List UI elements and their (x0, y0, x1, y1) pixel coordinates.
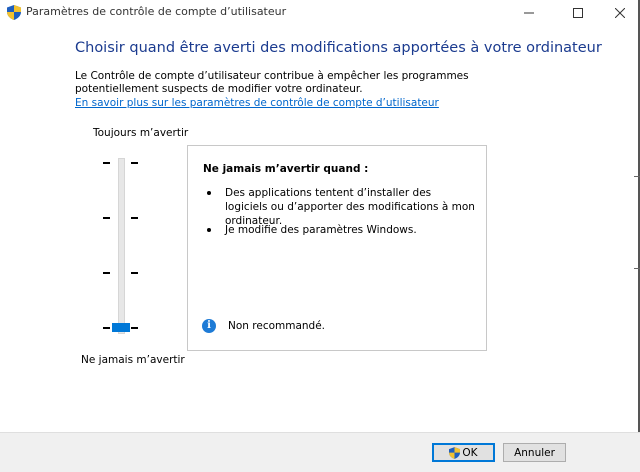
description-panel: Ne jamais m’avertir quand : Des applicat… (187, 145, 487, 351)
uac-shield-icon (449, 446, 461, 459)
cancel-button[interactable]: Annuler (503, 443, 566, 462)
edge-mark (634, 268, 640, 269)
close-button[interactable] (598, 0, 640, 26)
slider-tick (103, 162, 110, 164)
slider-bottom-label: Ne jamais m’avertir (81, 354, 185, 366)
window-title: Paramètres de contrôle de compte d’utili… (26, 5, 287, 18)
title-bar: Paramètres de contrôle de compte d’utili… (0, 0, 640, 26)
edge-mark (634, 176, 640, 177)
bullet-text: Je modifie des paramètres Windows. (225, 224, 417, 236)
recommendation-note: Non recommandé. (228, 320, 326, 332)
panel-title: Ne jamais m’avertir quand : (203, 163, 369, 175)
ok-button[interactable]: OK (432, 443, 495, 462)
minimize-icon (524, 12, 534, 14)
ok-label: OK (462, 446, 478, 459)
maximize-icon (573, 8, 583, 18)
cancel-label: Annuler (514, 446, 555, 459)
uac-shield-icon (7, 5, 21, 20)
bullet-dot (207, 191, 211, 195)
maximize-button[interactable] (556, 0, 600, 26)
bullet-text: Des applications tentent d’installer des… (225, 187, 475, 227)
slider-tick (131, 327, 138, 329)
slider-tick (103, 217, 110, 219)
page-heading: Choisir quand être averti des modificati… (75, 40, 602, 56)
button-bar: OK Annuler (0, 432, 640, 472)
slider-tick (103, 272, 110, 274)
slider-track[interactable] (118, 158, 125, 334)
slider-tick (131, 272, 138, 274)
bullet-dot (207, 228, 211, 232)
close-icon (615, 8, 625, 18)
description-text: Le Contrôle de compte d’utilisateur cont… (75, 70, 469, 95)
slider-thumb[interactable] (112, 323, 130, 332)
slider-top-label: Toujours m’avertir (93, 127, 189, 139)
minimize-button[interactable] (507, 0, 551, 26)
info-icon: i (202, 319, 216, 333)
learn-more-link[interactable]: En savoir plus sur les paramètres de con… (75, 97, 439, 109)
slider-tick (131, 217, 138, 219)
slider-tick (103, 327, 110, 329)
slider-tick (131, 162, 138, 164)
